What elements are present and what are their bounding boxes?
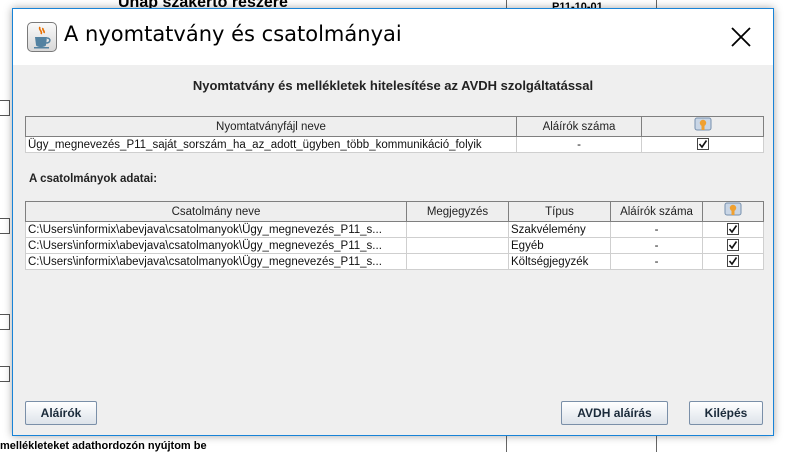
attachment-note[interactable] [406, 237, 509, 254]
attachments-dialog: A nyomtatvány és csatolmányai Nyomtatván… [12, 8, 774, 436]
column-header-type[interactable]: Típus [508, 201, 611, 222]
attachment-name[interactable]: C:\Users\informix\abevjava\csatolmanyok\… [25, 253, 407, 270]
attachment-type[interactable]: Egyéb [508, 237, 611, 254]
column-header-signers[interactable]: Aláírók száma [516, 116, 642, 137]
column-header-signers[interactable]: Aláírók száma [610, 201, 703, 222]
attachment-note[interactable] [406, 221, 509, 238]
checkmark-icon [728, 225, 738, 234]
background-field [0, 218, 10, 234]
background-field [0, 366, 10, 382]
form-file-table: Nyomtatványfájl neve Aláírók száma Ügy_m… [25, 116, 764, 153]
sign-checkbox-cell[interactable] [702, 237, 764, 254]
checkmark-icon [698, 140, 707, 149]
column-header-sign[interactable] [641, 116, 764, 137]
table-row[interactable]: C:\Users\informix\abevjava\csatolmanyok\… [25, 253, 764, 270]
table-row[interactable]: Ügy_megnevezés_P11_saját_sorszám_ha_az_a… [25, 136, 764, 153]
attachment-name[interactable]: C:\Users\informix\abevjava\csatolmanyok\… [25, 221, 407, 238]
sign-checkbox[interactable] [696, 138, 709, 151]
avdh-sign-button[interactable]: AVDH aláírás [561, 401, 668, 425]
signers-button[interactable]: Aláírók [25, 401, 97, 425]
attachment-note[interactable] [406, 253, 509, 270]
sign-checkbox-cell[interactable] [702, 221, 764, 238]
sign-checkbox-cell[interactable] [641, 136, 764, 153]
dialog-heading: Nyomtatvány és mellékletek hitelesítése … [192, 78, 594, 93]
background-divider [656, 436, 657, 452]
form-file-name[interactable]: Ügy_megnevezés_P11_saját_sorszám_ha_az_a… [25, 136, 517, 153]
table-row[interactable]: C:\Users\informix\abevjava\csatolmanyok\… [25, 237, 764, 254]
checkmark-icon [728, 241, 738, 250]
background-field [0, 100, 10, 116]
java-cup-icon [27, 22, 57, 52]
attachment-name[interactable]: C:\Users\informix\abevjava\csatolmanyok\… [25, 237, 407, 254]
table-row[interactable]: C:\Users\informix\abevjava\csatolmanyok\… [25, 221, 764, 238]
checkmark-icon [728, 257, 738, 266]
signer-icon [694, 117, 712, 136]
attachment-type[interactable]: Költségjegyzék [508, 253, 611, 270]
column-header-form-file[interactable]: Nyomtatványfájl neve [25, 116, 517, 137]
background-footer-text: mellékleteket adathordozón nyújtom be [0, 440, 207, 452]
background-divider [506, 436, 507, 452]
signers-count[interactable]: - [610, 253, 703, 270]
attachments-label: A csatolmányok adatai: [29, 173, 158, 185]
column-header-attachment-name[interactable]: Csatolmány neve [25, 201, 407, 222]
sign-checkbox[interactable] [727, 255, 739, 268]
column-header-note[interactable]: Megjegyzés [406, 201, 509, 222]
close-button[interactable] [717, 17, 765, 57]
signer-icon [724, 202, 742, 221]
dialog-title: A nyomtatvány és csatolmányai [64, 22, 402, 46]
background-field [0, 314, 10, 330]
close-icon [731, 27, 751, 47]
signers-count[interactable]: - [610, 237, 703, 254]
sign-checkbox[interactable] [727, 239, 739, 252]
column-header-sign[interactable] [702, 201, 764, 222]
attachment-type[interactable]: Szakvélemény [508, 221, 611, 238]
sign-checkbox[interactable] [727, 223, 739, 236]
exit-button[interactable]: Kilépés [689, 401, 763, 425]
signers-count[interactable]: - [516, 136, 642, 153]
attachments-table: Csatolmány neve Megjegyzés Típus Aláírók… [25, 201, 764, 270]
sign-checkbox-cell[interactable] [702, 253, 764, 270]
signers-count[interactable]: - [610, 221, 703, 238]
title-bar[interactable]: A nyomtatvány és csatolmányai [13, 9, 773, 65]
